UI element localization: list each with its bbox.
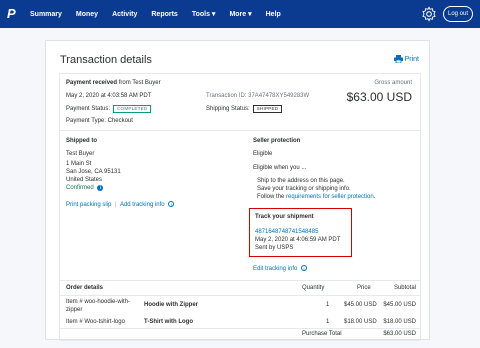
shipping-actions: Print packing slip | Add tracking info i bbox=[66, 201, 175, 208]
actions-divider: | bbox=[115, 202, 117, 208]
print-button[interactable]: Print bbox=[393, 55, 419, 63]
gear-icon[interactable] bbox=[421, 6, 437, 22]
nav-money[interactable]: Money bbox=[76, 11, 98, 18]
gross-amount-label: Gross amount bbox=[374, 80, 412, 86]
ship-name: Test Buyer bbox=[66, 151, 95, 157]
completed-badge: COMPLETED bbox=[113, 105, 152, 113]
top-nav: P Summary Money Activity Reports Tools ▾… bbox=[0, 0, 480, 28]
divider bbox=[60, 280, 420, 281]
shipped-badge: SHIPPED bbox=[252, 105, 283, 113]
paypal-logo[interactable]: P bbox=[7, 7, 21, 21]
eligible-text: Eligible bbox=[253, 151, 273, 157]
protection-line-3-suffix: . bbox=[373, 194, 376, 200]
tracking-date: May 2, 2020 at 4:06:59 AM PDT bbox=[255, 237, 341, 243]
payment-status: Payment Status: COMPLETED bbox=[66, 105, 152, 113]
payment-from: from Test Buyer bbox=[118, 80, 161, 86]
info-icon[interactable]: i bbox=[97, 185, 104, 191]
table-row: Item # woo-hoodie-with- zipper Hoodie wi… bbox=[60, 297, 422, 315]
confirmed-label: Confirmed bbox=[66, 185, 94, 191]
nav-help[interactable]: Help bbox=[266, 11, 281, 18]
seller-protection-requirements-link[interactable]: requirements for seller protection bbox=[286, 194, 374, 200]
tracking-number-link[interactable]: 4871648748741548485 bbox=[255, 229, 318, 235]
item-subtotal: $45.00 USD bbox=[383, 302, 416, 308]
protection-line-3: Follow the requirements for seller prote… bbox=[257, 194, 375, 200]
ship-country: United States bbox=[66, 177, 103, 183]
protection-line-1: Ship to the address on this page. bbox=[257, 178, 345, 184]
shipped-to-heading: Shipped to bbox=[66, 138, 97, 144]
page-title: Transaction details bbox=[60, 54, 152, 66]
item-quantity: 1 bbox=[326, 319, 330, 325]
printer-icon bbox=[393, 55, 403, 63]
details-panel: Payment received from Test Buyer May 2, … bbox=[59, 73, 421, 341]
print-packing-slip-link[interactable]: Print packing slip bbox=[66, 202, 111, 208]
transaction-id[interactable]: Transaction ID: 37A47478XY549283W bbox=[206, 93, 309, 99]
transaction-card: Transaction details Print Payment receiv… bbox=[45, 40, 430, 341]
item-sku: Item # woo-hoodie-with- bbox=[66, 299, 131, 305]
nav-tools[interactable]: Tools ▾ bbox=[192, 10, 216, 18]
payment-received: Payment received from Test Buyer bbox=[66, 80, 161, 86]
protection-line-2: Save your tracking or shipping info. bbox=[257, 186, 351, 192]
track-shipment-box: Track your shipment 4871648748741548485 … bbox=[249, 208, 352, 257]
payment-status-label: Payment Status: bbox=[66, 106, 111, 112]
item-name: T-Shirt with Logo bbox=[144, 319, 193, 325]
purchase-total-row: Purchase Total $63.00 USD bbox=[60, 330, 422, 348]
eligible-when[interactable]: Eligible when you ... bbox=[253, 165, 306, 171]
item-price: $45.00 USD bbox=[344, 302, 377, 308]
divider bbox=[60, 130, 420, 131]
ship-street: 1 Main St bbox=[66, 161, 92, 167]
nav-activity[interactable]: Activity bbox=[112, 11, 137, 18]
nav-more[interactable]: More ▾ bbox=[229, 10, 251, 18]
item-sku-cont: zipper bbox=[66, 307, 83, 313]
protection-line-3-prefix: Follow the bbox=[257, 194, 287, 200]
purchase-total-label: Purchase Total bbox=[302, 331, 342, 337]
item-price: $18.00 USD bbox=[344, 319, 377, 325]
divider bbox=[60, 295, 420, 296]
payment-date: May 2, 2020 at 4:03:58 AM PDT bbox=[66, 93, 152, 99]
edit-tracking-info-icon[interactable]: i bbox=[301, 265, 308, 271]
tracking-info-icon[interactable]: i bbox=[168, 201, 175, 207]
gross-amount: $63.00 USD bbox=[346, 90, 412, 104]
shipping-status-label: Shipping Status: bbox=[206, 106, 250, 112]
nav-menu: Summary Money Activity Reports Tools ▾ M… bbox=[30, 0, 295, 28]
price-header: Price bbox=[357, 285, 371, 291]
track-heading: Track your shipment bbox=[255, 214, 314, 220]
seller-protection-heading: Seller protection bbox=[253, 138, 301, 144]
payment-type: Payment Type: Checkout bbox=[66, 118, 133, 124]
logout-button[interactable]: Log out bbox=[443, 6, 473, 22]
subtotal-header: Subtotal bbox=[393, 285, 416, 291]
edit-tracking-link[interactable]: Edit tracking info bbox=[253, 266, 297, 272]
shipping-status: Shipping Status: SHIPPED bbox=[206, 105, 283, 113]
print-label: Print bbox=[404, 55, 419, 63]
item-name: Hoodie with Zipper bbox=[144, 302, 198, 308]
item-subtotal: $18.00 USD bbox=[383, 319, 416, 325]
nav-reports[interactable]: Reports bbox=[151, 11, 177, 18]
sent-by: Sent by USPS bbox=[255, 245, 294, 251]
nav-summary[interactable]: Summary bbox=[30, 11, 62, 18]
edit-tracking: Edit tracking info i bbox=[253, 265, 308, 272]
ship-city: San Jose, CA 95131 bbox=[66, 169, 121, 175]
add-tracking-link[interactable]: Add tracking info bbox=[120, 202, 165, 208]
item-quantity: 1 bbox=[326, 302, 330, 308]
order-details-heading: Order details bbox=[66, 285, 104, 291]
quantity-header: Quantity bbox=[302, 285, 325, 291]
confirmed-address: Confirmed i bbox=[66, 185, 104, 191]
purchase-total-value: $63.00 USD bbox=[383, 331, 416, 337]
item-sku: Item # Woo-tshirt-logo bbox=[66, 319, 125, 325]
payment-received-label: Payment received bbox=[66, 80, 118, 86]
divider bbox=[60, 328, 420, 329]
